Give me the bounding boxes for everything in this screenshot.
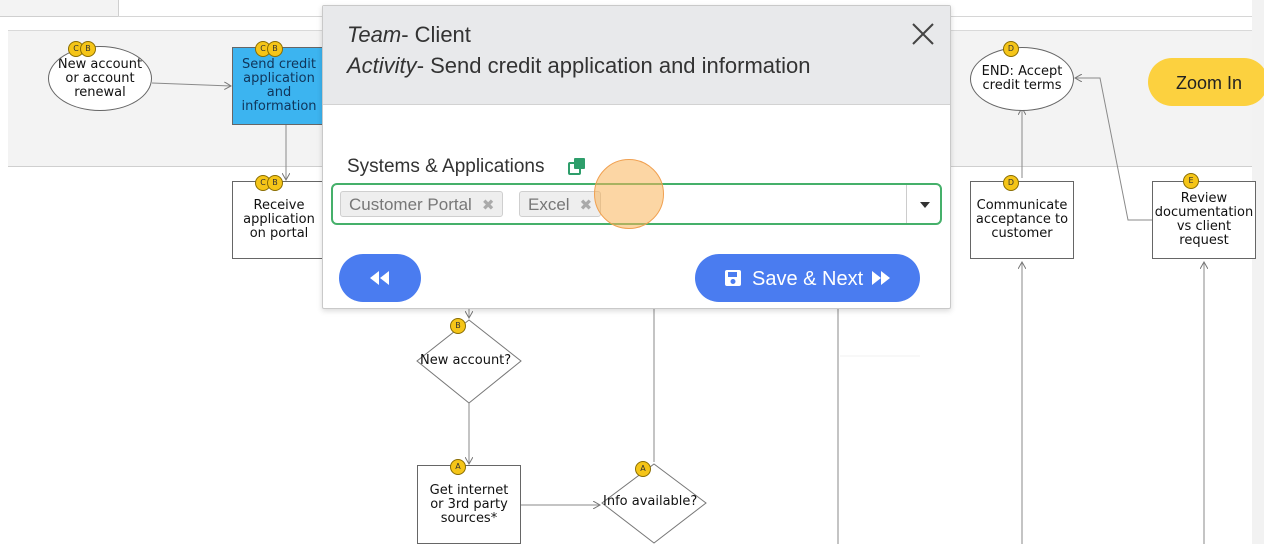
remove-chip-icon[interactable]: ✖ — [482, 197, 495, 214]
floppy-disk-icon — [725, 270, 741, 286]
node-label: END: Accept credit terms — [981, 64, 1063, 93]
select-divider — [906, 185, 907, 223]
systems-applications-label: Systems & Applications — [347, 156, 545, 177]
decision-new-account-label[interactable]: New account? — [420, 353, 511, 368]
chip-label: Customer Portal — [349, 195, 472, 214]
badge-d: D — [1003, 175, 1019, 191]
save-next-button[interactable]: Save & Next — [695, 254, 920, 302]
start-node-new-account[interactable]: New account or account renewal — [48, 46, 152, 111]
rewind-icon — [370, 271, 389, 285]
node-label: Receive application on portal — [243, 198, 315, 241]
back-button[interactable] — [339, 254, 421, 302]
chip-excel: Excel ✖ — [519, 191, 602, 217]
badge-b: B — [80, 41, 96, 57]
badge-a: A — [450, 459, 466, 475]
task-review-documentation[interactable]: Review documentation vs client request — [1152, 181, 1256, 259]
node-label: New account or account renewal — [57, 56, 143, 100]
end-node-accept-credit-terms[interactable]: END: Accept credit terms — [970, 47, 1074, 111]
chip-customer-portal: Customer Portal ✖ — [340, 191, 504, 217]
task-get-internet-sources[interactable]: Get internet or 3rd party sources* — [417, 465, 521, 544]
close-icon[interactable] — [909, 20, 937, 48]
node-label: Send credit application and information — [241, 57, 317, 114]
fast-forward-icon — [872, 271, 890, 285]
remove-chip-icon[interactable]: ✖ — [580, 197, 593, 214]
chip-label: Excel — [528, 195, 570, 214]
save-next-label: Save & Next — [752, 268, 864, 290]
badge-a: A — [635, 461, 651, 477]
badge-d: D — [1003, 41, 1019, 57]
task-communicate-acceptance[interactable]: Communicate acceptance to customer — [970, 181, 1074, 259]
badge-b: B — [267, 41, 283, 57]
team-line: Team- Client — [347, 22, 471, 48]
activity-value: - Send credit application and informatio… — [416, 53, 811, 78]
team-value: - Client — [401, 22, 471, 47]
connector-review-to-end — [1075, 78, 1152, 221]
activity-edit-dialog: Team- Client Activity- Send credit appli… — [322, 5, 951, 309]
badge-b: B — [450, 318, 466, 334]
zoom-in-button[interactable]: Zoom In — [1148, 58, 1264, 106]
node-label: Communicate acceptance to customer — [975, 198, 1069, 241]
task-send-credit-application[interactable]: Send credit application and information — [232, 47, 326, 125]
copy-icon[interactable] — [568, 157, 586, 175]
node-label: Get internet or 3rd party sources* — [429, 482, 509, 526]
click-indicator — [594, 159, 664, 229]
team-label: Team — [347, 22, 402, 47]
activity-label: Activity — [347, 53, 417, 78]
task-receive-application[interactable]: Receive application on portal — [232, 181, 326, 259]
chevron-down-icon[interactable] — [920, 202, 930, 208]
node-label: Review documentation vs client request — [1154, 191, 1254, 248]
dialog-header: Team- Client Activity- Send credit appli… — [323, 6, 950, 105]
badge-e: E — [1183, 173, 1199, 189]
connector-start-to-send — [151, 83, 231, 86]
activity-line: Activity- Send credit application and in… — [347, 53, 810, 79]
badge-b: B — [267, 175, 283, 191]
decision-info-available-label[interactable]: Info available? — [603, 494, 697, 509]
